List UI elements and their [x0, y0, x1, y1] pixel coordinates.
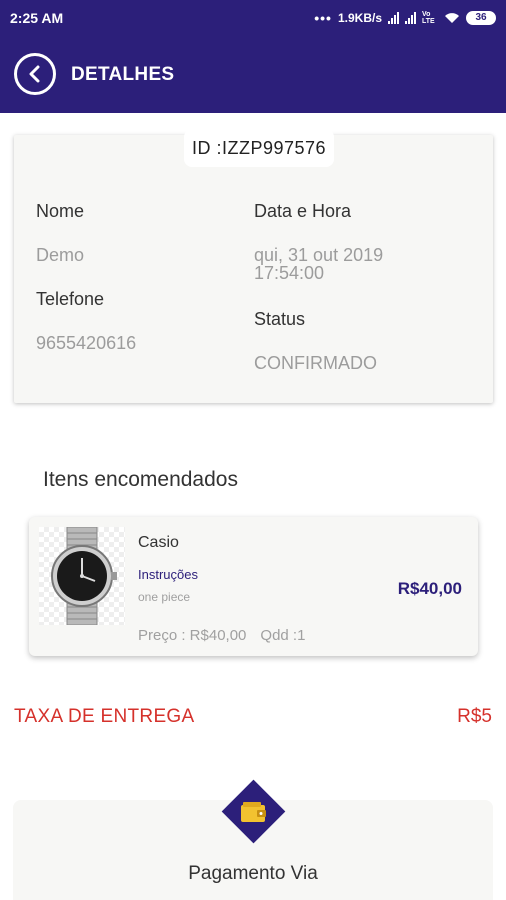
instructions-note: one piece: [138, 590, 191, 604]
instructions-label: Instruções: [138, 567, 198, 582]
status-time: 2:25 AM: [10, 10, 64, 26]
volte-icon: Vo LTE: [422, 11, 435, 25]
status-label: Status: [254, 309, 306, 329]
delivery-fee-value: R$5: [457, 706, 492, 727]
signal-icon: [388, 12, 399, 24]
order-item-card[interactable]: Casio Instruções one piece R$40,00 Preço…: [29, 517, 478, 656]
app-bar: 2:25 AM ••• 1.9KB/s Vo LTE 36 DETALHES: [0, 0, 506, 113]
signal-icon-2: [405, 12, 416, 24]
notification-dots-icon: •••: [314, 10, 332, 26]
back-arrow-icon: [29, 65, 40, 83]
wristwatch-image: [51, 526, 117, 626]
status-icons: ••• 1.9KB/s Vo LTE 36: [314, 10, 496, 26]
name-label: Nome: [36, 201, 85, 221]
status-value: CONFIRMADO: [254, 353, 377, 373]
item-price: Preço : R$40,00: [138, 627, 247, 644]
product-name: Casio: [138, 534, 179, 551]
order-id: ID :IZZP997576: [184, 129, 334, 167]
item-qty: Qdd :1: [260, 627, 306, 644]
wifi-icon: [445, 13, 459, 23]
phone-value: 9655420616: [36, 333, 137, 353]
datetime-date: qui, 31 out 2019: [254, 245, 384, 265]
datetime-time: 17:54:00: [254, 263, 325, 283]
name-value: Demo: [36, 245, 85, 265]
product-image: [39, 526, 125, 626]
item-price-qty: Preço : R$40,00 Qdd :1: [138, 627, 305, 644]
delivery-fee-label: TAXA DE ENTREGA: [14, 706, 195, 727]
status-bar: 2:25 AM ••• 1.9KB/s Vo LTE 36: [0, 0, 506, 36]
back-button[interactable]: [14, 53, 56, 95]
wallet-icon: [241, 802, 266, 822]
payment-title: Pagamento Via: [188, 863, 318, 884]
network-speed: 1.9KB/s: [337, 11, 382, 25]
phone-label: Telefone: [36, 289, 105, 309]
items-section-title: Itens encomendados: [43, 468, 238, 491]
datetime-label: Data e Hora: [254, 201, 352, 221]
order-details-card: ID :IZZP997576 Nome Demo Telefone 965542…: [14, 129, 493, 403]
item-total: R$40,00: [397, 579, 462, 598]
page-title: DETALHES: [71, 64, 175, 85]
battery-icon: 36: [466, 11, 496, 25]
